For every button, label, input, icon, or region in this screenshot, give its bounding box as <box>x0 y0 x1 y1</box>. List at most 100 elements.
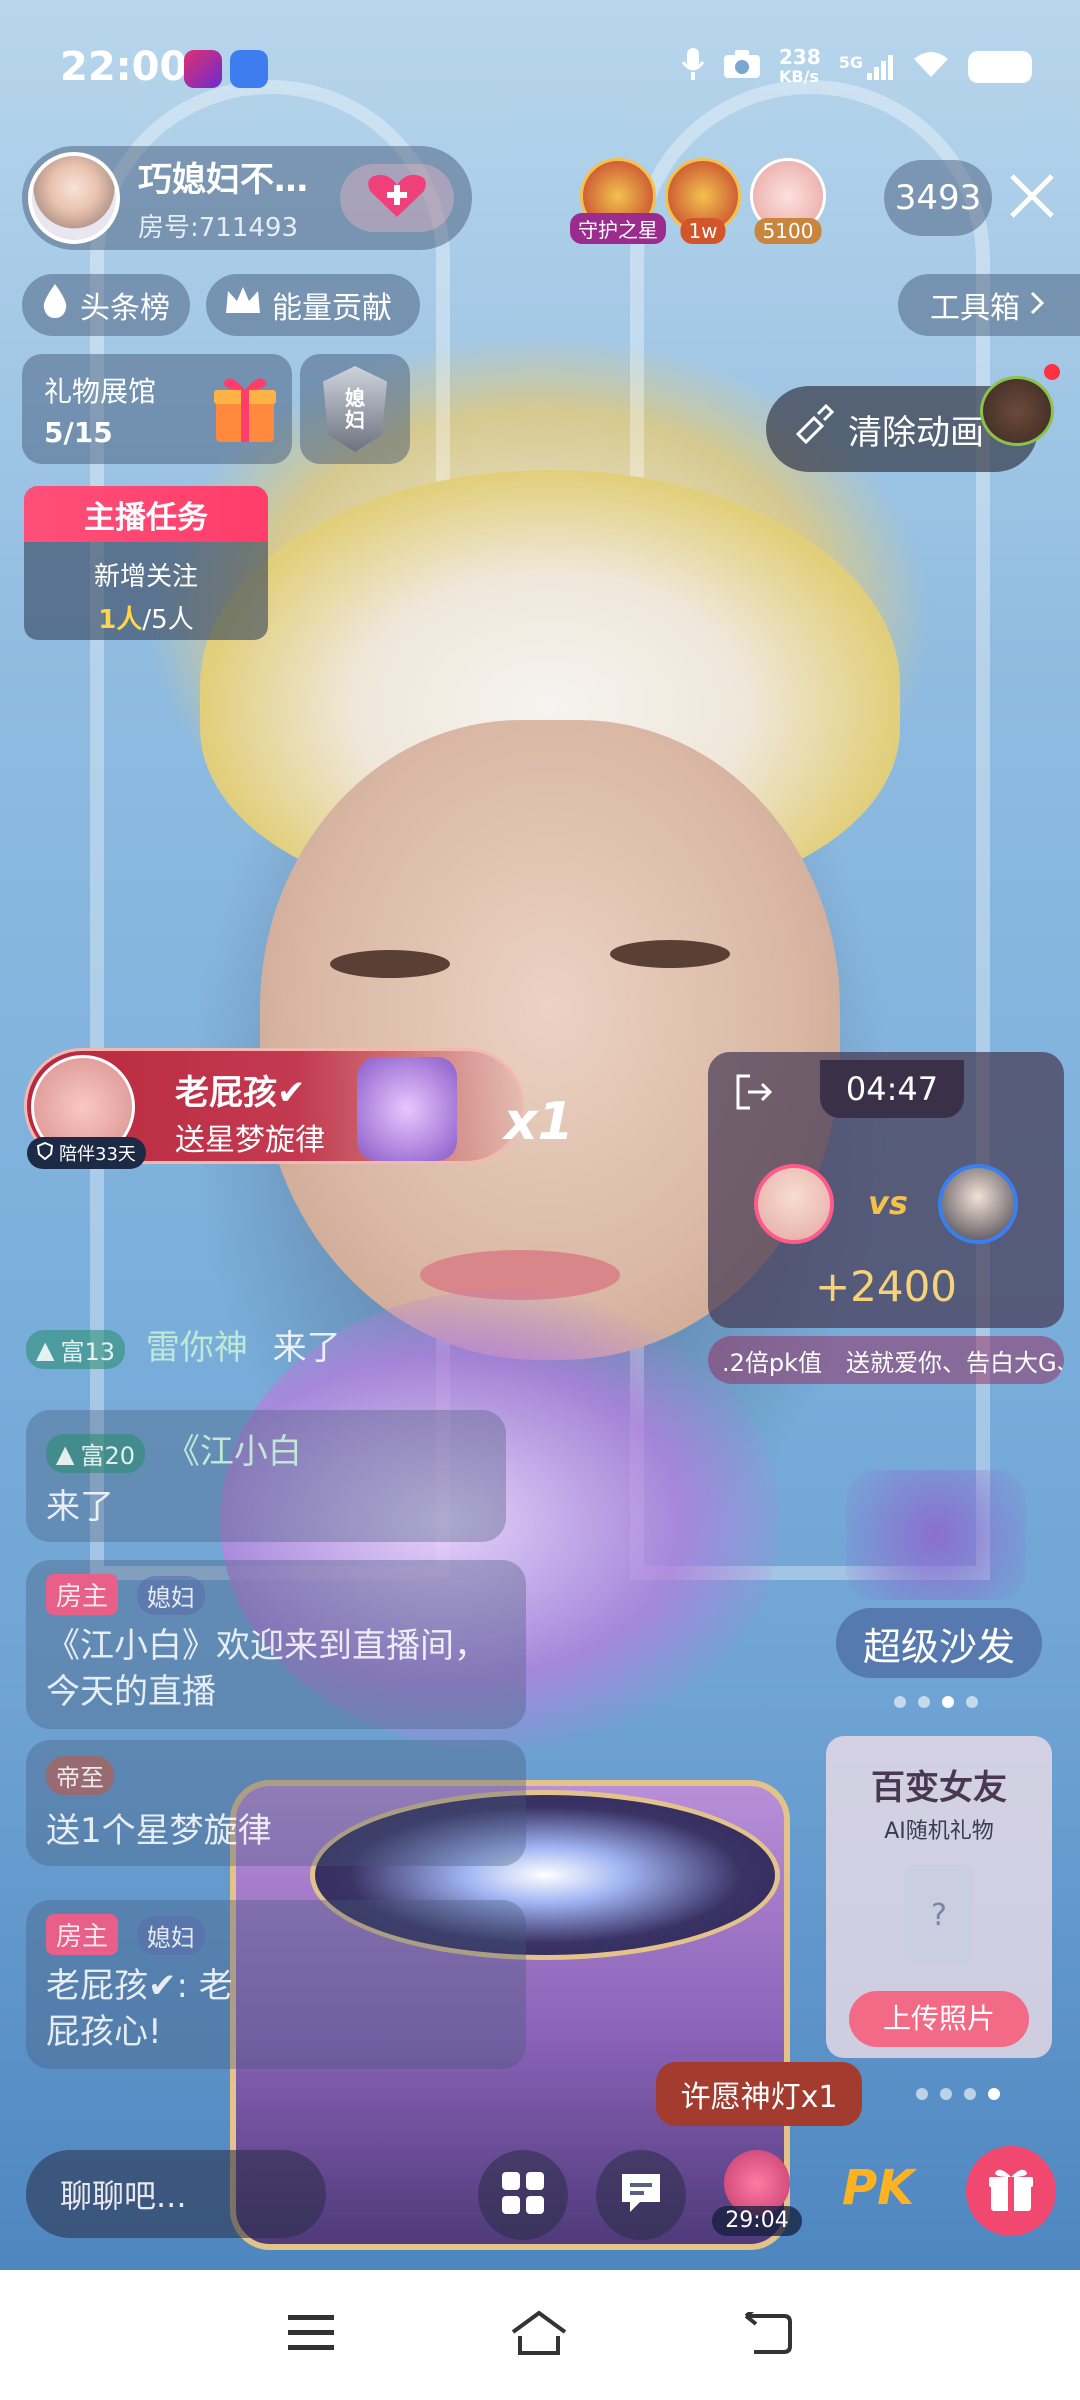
energy-contribution-button[interactable]: 能量贡献 <box>206 274 420 336</box>
mic-icon <box>681 46 705 87</box>
chat-message[interactable]: ▲ 富20 《江小白 来了 <box>26 1410 506 1542</box>
toolbox-button[interactable]: 工具箱 <box>898 274 1080 336</box>
wish-lamp-tip: 许愿神灯x1 <box>656 2062 862 2126</box>
message-button[interactable] <box>596 2150 686 2240</box>
wealth-level-badge: ▲ 富20 <box>46 1434 146 1473</box>
gift-notification-banner: 陪伴33天 老屁孩✔ 送星梦旋律 <box>24 1048 524 1169</box>
home-icon[interactable] <box>510 2310 568 2360</box>
room-owner-badge: 房主 <box>46 1914 119 1955</box>
signal-icon: 5G <box>839 53 894 81</box>
app-notification-icon <box>184 50 222 88</box>
carousel-dot <box>940 2088 952 2100</box>
gift-count: x1 <box>504 1092 574 1152</box>
app-notification-icon-2 <box>230 50 268 88</box>
anchor-task-card[interactable]: 主播任务 新增关注 1人/5人 <box>24 486 268 640</box>
viewer-tag: 5100 <box>754 218 822 244</box>
pk-score: +2400 <box>814 1262 958 1311</box>
gift-action: 送星梦旋律 <box>175 1123 325 1158</box>
drop-icon <box>38 282 72 328</box>
back-icon[interactable] <box>744 2306 792 2358</box>
fan-badge: 媳妇 <box>136 1576 205 1615</box>
menu-icon[interactable] <box>288 2313 334 2357</box>
network-speed: 238 KB/s <box>778 44 821 86</box>
gift-hall-label: 礼物展馆 <box>44 375 157 408</box>
exit-icon[interactable] <box>734 1072 774 1116</box>
sofa-crown-icon <box>846 1470 1026 1600</box>
anchor-task-item: 新增关注 <box>93 562 198 592</box>
photo-placeholder-icon: ? <box>904 1865 974 1965</box>
wish-lamp-button[interactable]: 29:04 <box>712 2150 802 2240</box>
gift-button[interactable] <box>966 2146 1056 2236</box>
carousel-dot <box>942 1696 954 1708</box>
carousel-dot <box>894 1696 906 1708</box>
crown-icon <box>224 285 262 325</box>
close-icon[interactable] <box>1006 170 1058 226</box>
room-owner-badge: 房主 <box>46 1574 119 1615</box>
level-icon: ▲ <box>36 1335 55 1364</box>
gift-hall-progress: 5/15 <box>44 416 113 449</box>
shield-icon: 媳妇 <box>323 366 387 452</box>
wealth-level-badge: ▲ 富13 <box>26 1330 126 1369</box>
super-sofa-button[interactable]: 超级沙发 <box>836 1608 1042 1678</box>
carousel-dot <box>964 2088 976 2100</box>
gift-hall-card[interactable]: 礼物展馆 5/15 <box>22 354 292 464</box>
wifi-icon <box>912 49 950 84</box>
card-title: 百变女友 <box>871 1768 1007 1808</box>
chat-input[interactable]: 聊聊吧... <box>26 2150 326 2238</box>
level-icon: ▲ <box>56 1439 75 1468</box>
eye-left <box>330 950 450 978</box>
host-room-id: 房号:711493 <box>138 213 299 243</box>
top-viewer-3[interactable]: 5100 <box>750 158 826 244</box>
grid-icon <box>500 2170 546 2220</box>
viewer-tag: 1w <box>680 218 726 244</box>
ai-girlfriend-card[interactable]: 百变女友 AI随机礼物 ? 上传照片 <box>826 1736 1052 2058</box>
chat-message[interactable]: ▲ 富13 雷你神 来了 <box>26 1320 526 1369</box>
camera-icon <box>723 49 761 84</box>
top-viewer-1[interactable]: 守护之星 <box>570 158 666 244</box>
carousel-dots <box>894 1696 978 1708</box>
pk-opponent-avatar[interactable] <box>938 1164 1018 1244</box>
status-icons: 238 KB/s 5G <box>681 46 1032 87</box>
fan-badge: 媳妇 <box>136 1916 205 1955</box>
chat-message[interactable]: 帝至 送1个星梦旋律 <box>26 1740 526 1866</box>
carousel-dot <box>966 1696 978 1708</box>
battery-icon <box>968 50 1032 83</box>
gift-box-icon <box>212 372 278 444</box>
gift-icon <box>987 2165 1035 2217</box>
system-navigation-bar <box>0 2270 1080 2400</box>
event-mascot-icon[interactable] <box>980 376 1054 446</box>
host-avatar[interactable] <box>28 152 120 244</box>
viewer-tag: 守护之星 <box>570 213 666 244</box>
top-viewer-2[interactable]: 1w <box>665 158 741 244</box>
chat-message[interactable]: 房主 媳妇 《江小白》欢迎来到直播间，今天的直播 <box>26 1560 526 1729</box>
gramophone-gift-icon <box>357 1057 457 1161</box>
gift-sender-name: 老屁孩✔ <box>175 1073 306 1113</box>
pk-battle-panel[interactable]: 04:47 vs +2400 <box>708 1052 1064 1328</box>
follow-button[interactable] <box>340 164 454 232</box>
broom-icon <box>792 403 835 455</box>
pk-button[interactable]: PK <box>842 2160 914 2216</box>
companion-badge: 陪伴33天 <box>27 1137 146 1169</box>
more-apps-button[interactable] <box>478 2150 568 2240</box>
host-info-card[interactable]: 巧媳妇不… 房号:711493 <box>22 146 472 250</box>
shield-small-icon <box>36 1141 54 1165</box>
viewer-count[interactable]: 3493 <box>884 160 992 236</box>
pk-vs-label: vs <box>868 1184 908 1222</box>
pk-ticker: .2倍pk值 送就爱你、告白大G、 <box>708 1336 1064 1384</box>
card-subtitle: AI随机礼物 <box>884 1819 994 1844</box>
carousel-dots-2 <box>916 2088 1000 2100</box>
upload-photo-button[interactable]: 上传照片 <box>849 1991 1029 2047</box>
eye-right <box>610 940 730 968</box>
headline-rank-button[interactable]: 头条榜 <box>22 274 190 336</box>
chevron-right-icon <box>1030 288 1045 323</box>
chat-message[interactable]: 房主 媳妇 老屁孩✔: 老屁孩心! <box>26 1900 526 2069</box>
pk-host-avatar[interactable] <box>754 1164 834 1244</box>
status-time: 22:00 <box>60 44 188 90</box>
noble-badge: 帝至 <box>46 1756 114 1795</box>
notification-dot <box>1044 364 1060 380</box>
host-name: 巧媳妇不… <box>138 160 308 200</box>
carousel-dot <box>916 2088 928 2100</box>
heart-plus-icon <box>362 171 432 225</box>
pk-timer: 04:47 <box>820 1060 964 1118</box>
family-badge[interactable]: 媳妇 <box>300 354 410 464</box>
